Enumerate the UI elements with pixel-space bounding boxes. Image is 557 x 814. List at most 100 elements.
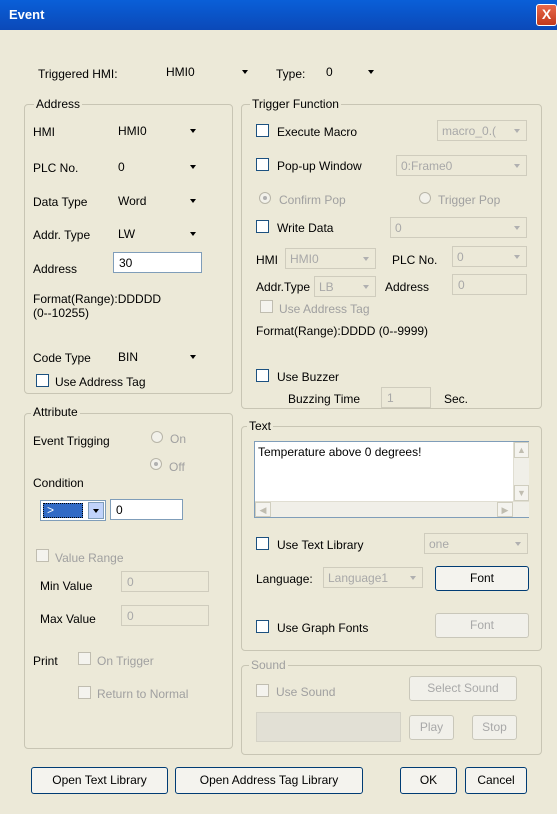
chevron-down-icon — [363, 62, 380, 81]
chevron-down-icon — [185, 157, 202, 176]
chevron-down-icon — [185, 121, 202, 140]
code-type-label: Code Type — [33, 351, 91, 365]
confirm-pop-radio[interactable] — [259, 192, 271, 204]
chevron-down-icon — [509, 218, 526, 237]
return-to-normal-checkbox[interactable] — [78, 686, 91, 699]
use-graph-fonts-label: Use Graph Fonts — [277, 621, 369, 635]
chevron-down-icon — [237, 62, 254, 81]
horizontal-scrollbar[interactable]: ◀ ▶ — [255, 501, 529, 517]
play-button[interactable]: Play — [409, 715, 454, 740]
popup-window-select[interactable]: 0:Frame0 — [396, 155, 527, 176]
title-bar[interactable]: Event X — [0, 0, 557, 30]
close-icon: X — [541, 6, 552, 22]
addr-type-label: Addr. Type — [33, 228, 91, 242]
event-on-radio[interactable] — [151, 431, 163, 443]
value-range-label: Value Range — [55, 551, 124, 565]
use-graph-fonts-checkbox[interactable] — [256, 620, 269, 633]
trigger-function-title: Trigger Function — [250, 97, 341, 111]
address-use-address-tag-label: Use Address Tag — [55, 375, 146, 389]
trigger-addr-type-select[interactable]: LB — [314, 276, 376, 297]
buzzing-time-input[interactable]: 1 — [381, 387, 431, 408]
use-sound-checkbox[interactable] — [256, 684, 269, 697]
address-input[interactable]: 30 — [113, 252, 202, 273]
on-trigger-checkbox[interactable] — [78, 652, 91, 665]
stop-button[interactable]: Stop — [472, 715, 517, 740]
scroll-left-icon[interactable]: ◀ — [255, 502, 271, 517]
event-off-label: Off — [169, 460, 185, 474]
open-text-library-button[interactable]: Open Text Library — [31, 767, 168, 794]
sound-file-display — [256, 712, 401, 742]
chevron-down-icon — [509, 247, 526, 266]
event-text-content: Temperature above 0 degrees! — [258, 445, 422, 459]
execute-macro-label: Execute Macro — [277, 125, 358, 139]
use-buzzer-label: Use Buzzer — [277, 370, 340, 384]
write-data-checkbox[interactable] — [256, 220, 269, 233]
max-value-input[interactable]: 0 — [121, 605, 209, 626]
sound-group-title: Sound — [249, 658, 288, 672]
value-range-checkbox[interactable] — [36, 549, 49, 562]
chevron-down-icon — [185, 224, 202, 243]
text-library-select[interactable]: one — [424, 533, 528, 554]
address-format-line2: (0--10255) — [33, 306, 90, 320]
address-group-title: Address — [34, 97, 83, 111]
address-label: Address — [33, 262, 78, 276]
trigger-pop-label: Trigger Pop — [438, 193, 501, 207]
event-text-area[interactable]: Temperature above 0 degrees! ▲ ▼ ◀ ▶ — [254, 441, 529, 518]
macro-select[interactable]: macro_0.( — [437, 120, 527, 141]
address-hmi-select[interactable]: HMI0 — [114, 121, 202, 142]
address-use-address-tag-checkbox[interactable] — [36, 374, 49, 387]
chevron-down-icon — [509, 156, 526, 175]
scroll-right-icon[interactable]: ▶ — [497, 502, 513, 517]
trigger-address-input[interactable]: 0 — [452, 274, 527, 295]
trigger-plc-label: PLC No. — [392, 253, 438, 267]
code-type-select[interactable]: BIN — [114, 347, 202, 368]
trigger-hmi-select[interactable]: HMI0 — [285, 248, 376, 269]
scroll-up-icon[interactable]: ▲ — [514, 442, 529, 458]
use-sound-label: Use Sound — [276, 685, 336, 699]
chevron-down-icon — [88, 502, 104, 519]
use-text-library-checkbox[interactable] — [256, 537, 269, 550]
trigger-use-address-tag-checkbox[interactable] — [260, 300, 273, 313]
select-sound-button[interactable]: Select Sound — [409, 676, 517, 701]
return-to-normal-label: Return to Normal — [97, 687, 189, 701]
popup-window-label: Pop-up Window — [277, 159, 362, 173]
print-label: Print — [33, 654, 58, 668]
window-title: Event — [9, 7, 45, 22]
on-trigger-label: On Trigger — [97, 654, 154, 668]
type-select[interactable]: 0 — [322, 62, 380, 83]
text-group-title: Text — [247, 419, 274, 433]
address-hmi-label: HMI — [33, 125, 55, 139]
plc-no-select[interactable]: 0 — [114, 157, 202, 178]
vertical-scrollbar[interactable]: ▲ ▼ — [513, 442, 529, 502]
condition-operator-select[interactable]: > — [40, 500, 106, 521]
plc-no-label: PLC No. — [33, 161, 79, 175]
cancel-button[interactable]: Cancel — [465, 767, 527, 794]
language-select[interactable]: Language1 — [323, 567, 423, 588]
event-off-radio[interactable] — [150, 458, 162, 470]
trigger-pop-radio[interactable] — [419, 192, 431, 204]
graph-font-button[interactable]: Font — [435, 613, 529, 638]
addr-type-select[interactable]: LW — [114, 224, 202, 245]
open-address-tag-library-button[interactable]: Open Address Tag Library — [175, 767, 363, 794]
use-buzzer-checkbox[interactable] — [256, 369, 269, 382]
execute-macro-checkbox[interactable] — [256, 124, 269, 137]
data-type-select[interactable]: Word — [114, 191, 202, 212]
address-format-line1: Format(Range):DDDDD — [33, 292, 162, 306]
write-data-select[interactable]: 0 — [390, 217, 527, 238]
trigger-use-address-tag-label: Use Address Tag — [279, 302, 370, 316]
condition-label: Condition — [33, 476, 84, 490]
scroll-down-icon[interactable]: ▼ — [514, 485, 529, 501]
min-value-input[interactable]: 0 — [121, 571, 209, 592]
triggered-hmi-label: Triggered HMI: — [38, 67, 118, 81]
event-on-label: On — [170, 432, 187, 446]
popup-window-checkbox[interactable] — [256, 158, 269, 171]
triggered-hmi-select[interactable]: HMI0 — [162, 62, 254, 83]
close-button[interactable]: X — [536, 4, 557, 26]
trigger-plc-select[interactable]: 0 — [452, 246, 527, 267]
sec-label: Sec. — [444, 392, 469, 406]
condition-value-input[interactable]: 0 — [110, 499, 183, 520]
ok-button[interactable]: OK — [400, 767, 457, 794]
font-button[interactable]: Font — [435, 566, 529, 591]
buzzing-time-label: Buzzing Time — [288, 392, 361, 406]
attribute-group-title: Attribute — [31, 405, 80, 419]
